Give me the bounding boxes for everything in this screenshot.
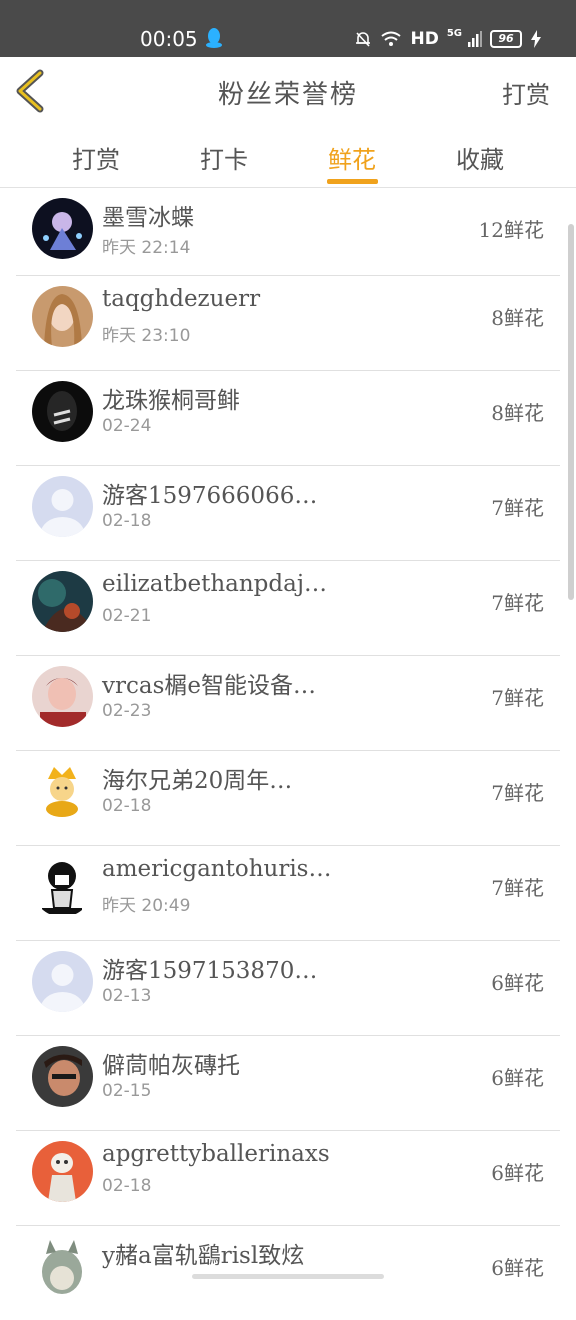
- tab-flowers[interactable]: 鲜花: [328, 140, 376, 175]
- active-tab-indicator: [327, 179, 378, 184]
- battery-level: 96: [490, 30, 522, 48]
- flower-count: 8鲜花: [491, 401, 544, 425]
- flower-count: 7鲜花: [491, 591, 544, 615]
- fan-time: 02-24: [102, 416, 152, 436]
- flower-count: 7鲜花: [491, 781, 544, 805]
- flower-count: 6鲜花: [491, 1161, 544, 1185]
- flower-count: 8鲜花: [491, 306, 544, 330]
- avatar: [32, 198, 93, 259]
- fan-name: americgantohuris…: [102, 856, 332, 882]
- status-icons: HD 5G 96: [354, 26, 542, 52]
- fan-time: 02-18: [102, 511, 152, 531]
- fan-name: 龙珠猴桐哥鲱: [102, 388, 240, 414]
- fan-name: apgrettyballerinaxs: [102, 1141, 330, 1167]
- list-item[interactable]: vrcas榍e智能设备… 02-23 7鲜花: [16, 656, 560, 751]
- default-avatar-icon: [32, 951, 93, 1012]
- avatar: [32, 286, 93, 347]
- avatar: [32, 381, 93, 442]
- fan-time: 02-15: [102, 1081, 152, 1101]
- avatar: [32, 1236, 93, 1297]
- tab-reward[interactable]: 打赏: [72, 140, 120, 175]
- fan-time: 昨天 23:10: [102, 326, 191, 346]
- fan-time: 02-18: [102, 796, 152, 816]
- qq-icon: [206, 28, 222, 48]
- flower-count: 7鲜花: [491, 496, 544, 520]
- fan-name: eilizatbethanpdaj…: [102, 571, 327, 597]
- avatar: [32, 666, 93, 727]
- fan-time: 02-21: [102, 606, 152, 626]
- fan-name: 墨雪冰蝶: [102, 205, 194, 231]
- flower-count: 6鲜花: [491, 1066, 544, 1090]
- page-title: 粉丝荣誉榜: [217, 80, 358, 110]
- fan-name: vrcas榍e智能设备…: [102, 673, 316, 699]
- wifi-icon: [381, 31, 402, 46]
- list-item[interactable]: apgrettyballerinaxs 02-18 6鲜花: [16, 1131, 560, 1226]
- flower-count: 6鲜花: [491, 1256, 544, 1280]
- home-indicator[interactable]: [192, 1274, 384, 1279]
- flower-count: 12鲜花: [478, 218, 544, 242]
- reward-button[interactable]: 打赏: [502, 75, 550, 110]
- list-item[interactable]: americgantohuris… 昨天 20:49 7鲜花: [16, 846, 560, 941]
- fan-time: 02-18: [102, 1176, 152, 1196]
- list-item[interactable]: 墨雪冰蝶 昨天 22:14 12鲜花: [16, 188, 560, 276]
- flower-count: 7鲜花: [491, 876, 544, 900]
- signal-type: 5G: [446, 28, 462, 39]
- fan-name: taqghdezuerr: [102, 286, 261, 312]
- avatar: [32, 856, 93, 917]
- avatar: [32, 571, 93, 632]
- title-bar: 粉丝荣誉榜 打赏: [0, 57, 576, 125]
- status-time: 00:05: [140, 27, 198, 51]
- tab-bar: 打赏 打卡 鲜花 收藏: [0, 124, 576, 188]
- default-avatar-icon: [32, 476, 93, 537]
- list-item[interactable]: taqghdezuerr 昨天 23:10 8鲜花: [16, 276, 560, 371]
- fan-time: 02-23: [102, 701, 152, 721]
- signal-bars-icon: [468, 31, 482, 47]
- network-type: HD: [410, 29, 439, 49]
- status-bar: 00:05 HD 5G 96: [0, 0, 576, 57]
- list-item[interactable]: 游客1597666066… 02-18 7鲜花: [16, 466, 560, 561]
- list-item[interactable]: 龙珠猴桐哥鲱 02-24 8鲜花: [16, 371, 560, 466]
- fan-name: 海尔兄弟20周年…: [102, 768, 293, 794]
- mute-bell-icon: [356, 32, 371, 47]
- tab-favorites[interactable]: 收藏: [456, 140, 504, 175]
- fan-list: 墨雪冰蝶 昨天 22:14 12鲜花 taqghdezuerr 昨天 23:10…: [0, 188, 576, 1320]
- fan-name: 游客1597666066…: [102, 483, 318, 509]
- tab-checkin[interactable]: 打卡: [200, 140, 248, 175]
- fan-time: 昨天 22:14: [102, 238, 191, 258]
- avatar: [32, 1141, 93, 1202]
- fan-time: 昨天 20:49: [102, 896, 191, 916]
- scrollbar[interactable]: [568, 224, 574, 600]
- avatar: [32, 1046, 93, 1107]
- list-item[interactable]: 僻茼帕灰磚托 02-15 6鲜花: [16, 1036, 560, 1131]
- list-item[interactable]: y赭a富轨鷂risl致炫 6鲜花: [16, 1226, 560, 1320]
- list-item[interactable]: eilizatbethanpdaj… 02-21 7鲜花: [16, 561, 560, 656]
- charging-icon: [531, 30, 541, 48]
- fan-name: 僻茼帕灰磚托: [102, 1053, 240, 1079]
- fan-name: y赭a富轨鷂risl致炫: [102, 1243, 305, 1269]
- flower-count: 6鲜花: [491, 971, 544, 995]
- fan-time: 02-13: [102, 986, 152, 1006]
- list-item[interactable]: 游客1597153870… 02-13 6鲜花: [16, 941, 560, 1036]
- list-item[interactable]: 海尔兄弟20周年… 02-18 7鲜花: [16, 751, 560, 846]
- fan-name: 游客1597153870…: [102, 958, 318, 984]
- flower-count: 7鲜花: [491, 686, 544, 710]
- avatar: [32, 761, 93, 822]
